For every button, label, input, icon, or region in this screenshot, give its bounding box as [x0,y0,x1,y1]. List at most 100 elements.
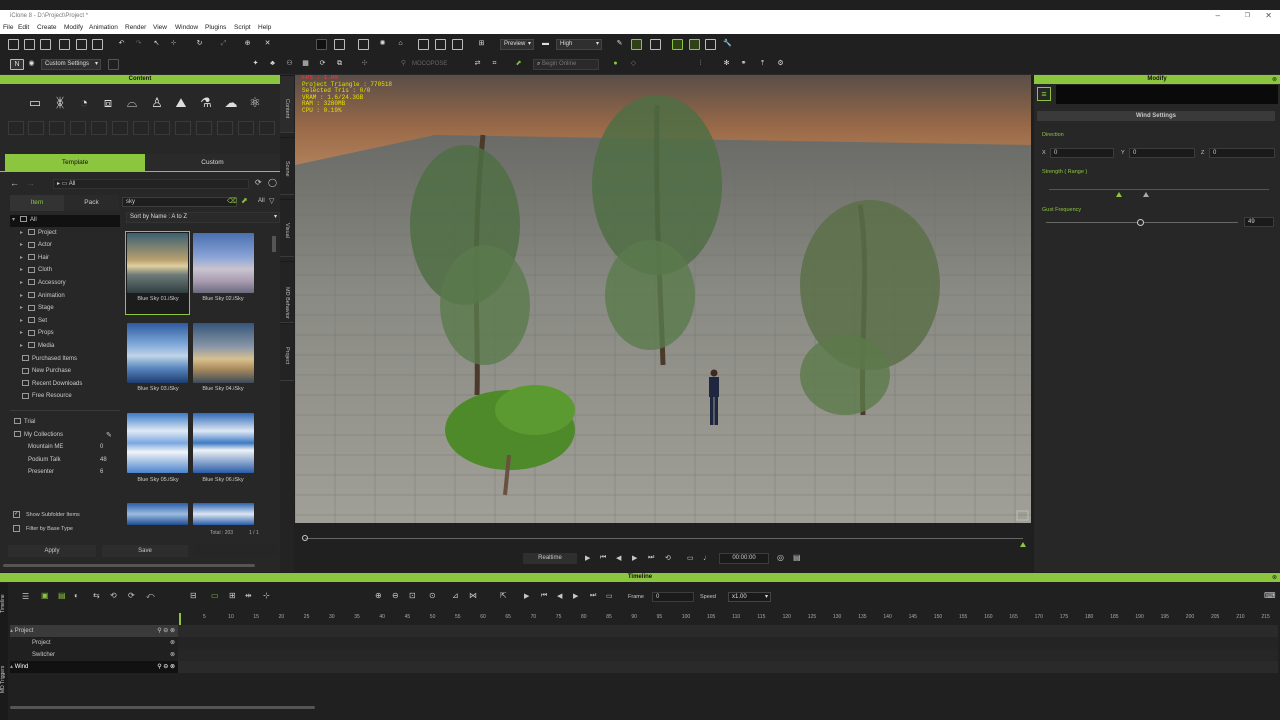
side-tab-scene[interactable]: Scene [280,137,294,195]
export-icon[interactable] [92,39,103,50]
project-icon[interactable]: ▭ [26,94,44,112]
track-row-project-child[interactable]: Project ⊗ [10,637,178,649]
preview-dropdown[interactable]: Preview [500,39,534,50]
tree-item[interactable]: ▸ Actor [20,240,120,251]
frame-input[interactable]: 0 [652,592,694,602]
cloth-icon[interactable]: ⧈ [99,94,117,112]
tl-start-icon[interactable]: ⏮ [541,592,547,600]
expand-arrow-icon[interactable]: ▸ [20,341,28,352]
smart-gizmo-icon[interactable] [672,39,683,50]
sub-library-slot[interactable] [217,121,233,135]
show-subfolder-checkbox[interactable]: ✓ [13,511,20,518]
sub-library-slot[interactable] [154,121,170,135]
fit-view-icon[interactable] [334,39,345,50]
timeline-options-icon[interactable]: ⌨ [1264,591,1276,600]
grid-tool-icon[interactable]: ▦ [300,59,311,70]
close-icon[interactable]: ✕ [1265,10,1272,22]
break-icon[interactable]: ⤺ [146,591,155,601]
md-triggers-side-tab[interactable]: MD Triggers [0,666,6,693]
3d-viewport[interactable]: FPS : 1.00 Project Triangle : 770518 Sel… [295,75,1031,523]
expand-arrow-icon[interactable]: ▸ [20,291,28,302]
save-content-button[interactable]: Save [102,545,188,557]
zoom-icon[interactable] [435,39,446,50]
tree-item[interactable]: ▸ Props [20,328,120,339]
home-icon[interactable]: ⌂ [395,39,406,50]
timeline-horizontal-scrollbar[interactable] [10,706,315,709]
step-forward-icon[interactable]: ▶ [632,554,637,562]
quality-dropdown[interactable]: High [556,39,602,50]
move-icon[interactable]: ✛ [168,39,179,50]
select-icon[interactable]: ↖ [151,39,162,50]
gizmo-icon[interactable] [631,39,642,50]
sub-library-slot[interactable] [8,121,24,135]
sky-thumb-1[interactable] [127,233,188,293]
align-right-icon[interactable]: ⋈ [469,591,477,600]
tree-item[interactable]: ▸ Cloth [20,265,120,276]
track-controls-icon[interactable]: ⚲ ⊖ ⊗ [157,661,175,673]
zoom-tl-icon[interactable]: ⊙ [429,591,436,600]
loop-icon[interactable]: ⟲ [665,554,671,562]
shoes-icon[interactable]: ⌓ [123,94,141,112]
face-key-icon[interactable]: ⚇ [284,59,295,70]
step-back-icon[interactable]: ◀ [616,554,621,562]
actor-tool-icon[interactable]: ✦ [250,59,261,70]
online-icon[interactable]: ⬈ [513,59,524,70]
track-toggle-icon[interactable]: ⊗ [170,637,175,649]
sub-library-slot[interactable] [70,121,86,135]
audio-icon[interactable]: ♩ [703,553,711,562]
gust-slider-handle[interactable] [1137,219,1145,226]
head-icon[interactable]: ◔ [75,94,93,112]
expand-arrow-icon[interactable]: ▸ [20,328,28,339]
camera-icon[interactable] [358,39,369,50]
pen-icon[interactable]: ✎ [614,39,625,50]
menu-window[interactable]: Window [175,22,198,34]
remove-key-icon[interactable]: ⊖ [392,591,399,600]
save-icon[interactable] [40,39,51,50]
collection-item[interactable]: My Collections [14,430,114,441]
menu-animation[interactable]: Animation [89,22,118,34]
side-tab-project[interactable]: Project [280,323,294,381]
collection-item[interactable]: Trial [14,417,114,428]
expand-arrow-icon[interactable]: ▸ [20,278,28,289]
import-icon[interactable] [76,39,87,50]
gust-slider-track[interactable] [1046,219,1238,226]
chain-icon[interactable]: ⚭ [738,59,749,70]
search-online-input[interactable]: ⌕ Begin Online [533,59,599,70]
menu-render[interactable]: Render [125,22,146,34]
content-horizontal-scrollbar[interactable] [3,564,255,567]
modify-settings-icon[interactable]: ≡ [1037,87,1051,101]
tree-item[interactable]: ▸ Set [20,316,120,327]
split-icon[interactable]: ⇹ [245,591,252,600]
link-icon[interactable]: ⇄ [472,59,483,70]
sky-library-icon[interactable]: ☁ [222,94,240,112]
sky-thumb-5[interactable] [127,413,188,473]
direction-y-field[interactable]: 0 [1129,148,1195,158]
app-logo-icon[interactable]: N [10,59,24,70]
maximize-icon[interactable]: ❐ [1245,10,1250,22]
sub-library-slot[interactable] [133,121,149,135]
motion-layer-icon[interactable]: ⊡ [409,591,416,600]
sort-dropdown[interactable]: Sort by Name : A to Z [126,212,280,223]
side-tab-visual[interactable]: Visual [280,199,294,257]
axis-icon[interactable]: ⊹ [263,591,270,600]
track-icon[interactable]: ⧉ [334,59,345,70]
menu-create[interactable]: Create [37,22,57,34]
expand-arrow-icon[interactable]: ▸ [20,316,28,327]
info-icon[interactable]: ◇ [628,59,639,70]
snap-icon[interactable] [650,39,661,50]
flag-icon[interactable] [689,39,700,50]
track-row-switcher[interactable]: Switcher ⊗ [10,649,178,661]
strength-max-handle[interactable] [1143,192,1149,197]
end-marker[interactable] [1020,542,1026,547]
expand-arrow-icon[interactable]: ▸ [20,228,28,239]
sub-library-slot[interactable] [259,121,275,135]
panel-close-icon[interactable]: ⊗ [1272,76,1277,83]
tl-back-icon[interactable]: ◀ [557,592,562,600]
stage-library-icon[interactable]: ⛰ [172,94,190,112]
physics-icon[interactable]: ✻ [721,59,732,70]
scan-icon[interactable]: ⌗ [489,59,500,70]
rotate-icon[interactable]: ↻ [194,39,205,50]
align-icon[interactable]: ✕ [262,39,273,50]
play-icon[interactable]: ▶ [585,554,590,562]
expand-arrow-icon[interactable]: ▸ [20,240,28,251]
